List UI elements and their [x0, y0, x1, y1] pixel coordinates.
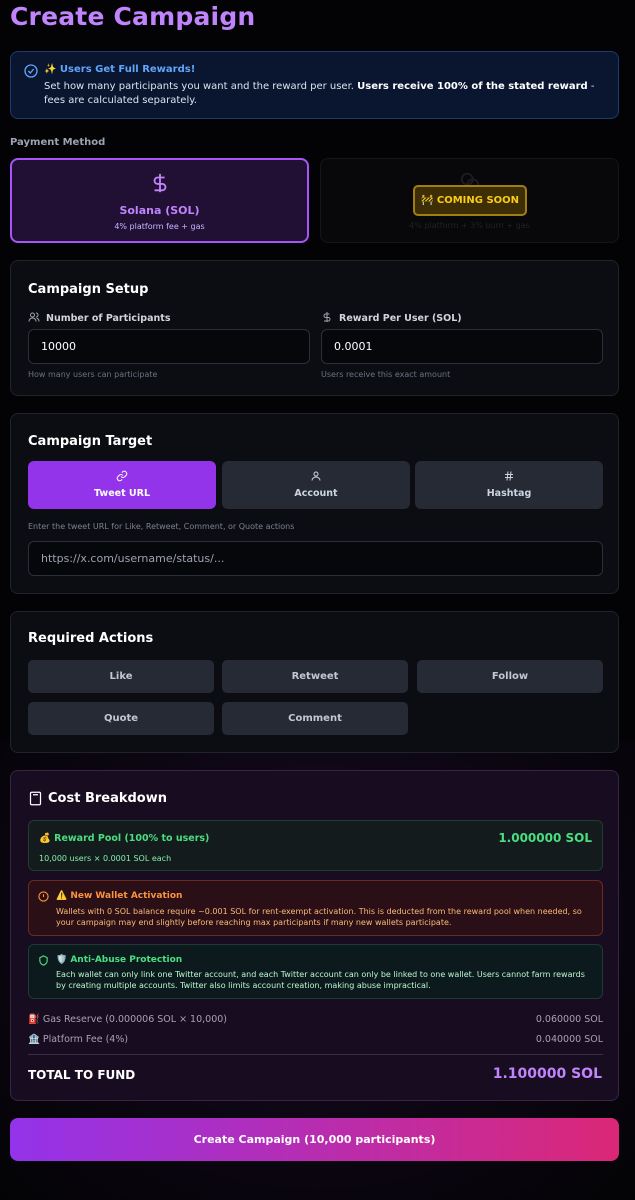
tab-account[interactable]: Account	[222, 461, 410, 509]
reward-label: Reward Per User (SOL)	[321, 311, 462, 324]
payment-sol-fee: 4% platform fee + gas	[114, 222, 205, 231]
total-label: TOTAL TO FUND	[28, 1068, 136, 1082]
gas-reserve-label: ⛽ Gas Reserve (0.000006 SOL × 10,000)	[28, 1014, 228, 1025]
tab-tweet-url[interactable]: Tweet URL	[28, 461, 216, 509]
anti-abuse-text: Each wallet can only link one Twitter ac…	[56, 970, 585, 990]
campaign-setup-card: Campaign Setup Number of Participants 10…	[10, 260, 619, 396]
required-actions-card: Required Actions Like Retweet Follow Quo…	[10, 611, 619, 753]
tweet-url-input[interactable]: https://x.com/username/status/...	[28, 541, 603, 576]
user-icon	[311, 471, 321, 481]
participants-input[interactable]: 10000	[28, 329, 310, 364]
cost-breakdown-card: Cost Breakdown 💰 Reward Pool (100% to us…	[10, 770, 619, 1101]
hashtag-icon	[505, 471, 513, 481]
new-wallet-text: Wallets with 0 SOL balance require ~0.00…	[56, 907, 582, 927]
calculator-icon	[29, 791, 42, 806]
action-like-button[interactable]: Like	[28, 660, 214, 693]
reward-hint: Users receive this exact amount	[321, 370, 451, 379]
reward-pool-box: 💰 Reward Pool (100% to users) 1.000000 S…	[28, 820, 603, 871]
anti-abuse-notice: 🛡️ Anti-Abuse Protection Each wallet can…	[28, 944, 603, 999]
platform-fee-row: 🏦 Platform Fee (4%) 0.040000 SOL	[28, 1034, 603, 1045]
info-text: Set how many participants you want and t…	[44, 81, 595, 106]
gas-reserve-row: ⛽ Gas Reserve (0.000006 SOL × 10,000) 0.…	[28, 1014, 603, 1025]
new-wallet-notice: ⚠️ New Wallet Activation Wallets with 0 …	[28, 880, 603, 936]
page-title: Create Campaign	[10, 2, 256, 31]
participants-label: Number of Participants	[28, 311, 170, 324]
users-icon	[28, 312, 40, 322]
new-wallet-title: ⚠️ New Wallet Activation	[56, 891, 183, 901]
reward-pool-label: 💰 Reward Pool (100% to users)	[39, 833, 210, 844]
tab-hashtag[interactable]: Hashtag	[415, 461, 603, 509]
reward-pool-sub: 10,000 users × 0.0001 SOL each	[39, 854, 172, 863]
payment-option-token: $RO TOKEN 4% platform + 3% burn + gas 🚧 …	[320, 158, 619, 243]
dollar-icon	[323, 312, 331, 322]
create-campaign-button[interactable]: Create Campaign (10,000 participants)	[10, 1118, 619, 1161]
campaign-setup-title: Campaign Setup	[28, 282, 149, 297]
payment-method-label: Payment Method	[10, 137, 106, 148]
total-value: 1.100000 SOL	[492, 1066, 602, 1082]
action-quote-button[interactable]: Quote	[28, 702, 214, 735]
reward-pool-value: 1.000000 SOL	[498, 831, 592, 845]
platform-fee-label: 🏦 Platform Fee (4%)	[28, 1034, 129, 1045]
shield-icon	[39, 955, 48, 966]
campaign-target-card: Campaign Target Tweet URL Account Hashta…	[10, 413, 619, 594]
divider	[28, 1054, 603, 1055]
payment-token-fee: 4% platform + 3% burn + gas	[409, 221, 530, 230]
check-circle-icon	[24, 64, 38, 78]
participants-hint: How many users can participate	[28, 370, 158, 379]
coming-soon-badge: 🚧 COMING SOON	[413, 185, 527, 216]
anti-abuse-title: 🛡️ Anti-Abuse Protection	[56, 955, 183, 965]
link-icon	[116, 470, 128, 482]
action-comment-button[interactable]: Comment	[222, 702, 408, 735]
payment-sol-name: Solana (SOL)	[119, 204, 200, 217]
cost-breakdown-title: Cost Breakdown	[48, 791, 168, 806]
gas-reserve-value: 0.060000 SOL	[535, 1014, 603, 1025]
info-banner: ✨ Users Get Full Rewards! Set how many p…	[10, 51, 619, 119]
alert-circle-icon	[38, 891, 49, 902]
target-hint: Enter the tweet URL for Like, Retweet, C…	[28, 522, 295, 531]
dollar-icon	[153, 173, 166, 193]
reward-input[interactable]: 0.0001	[321, 329, 603, 364]
info-heading: ✨ Users Get Full Rewards!	[44, 64, 196, 75]
campaign-target-title: Campaign Target	[28, 434, 153, 449]
action-follow-button[interactable]: Follow	[417, 660, 603, 693]
action-retweet-button[interactable]: Retweet	[222, 660, 408, 693]
platform-fee-value: 0.040000 SOL	[535, 1034, 603, 1045]
required-actions-title: Required Actions	[28, 631, 154, 646]
payment-option-sol[interactable]: Solana (SOL) 4% platform fee + gas	[10, 158, 309, 243]
